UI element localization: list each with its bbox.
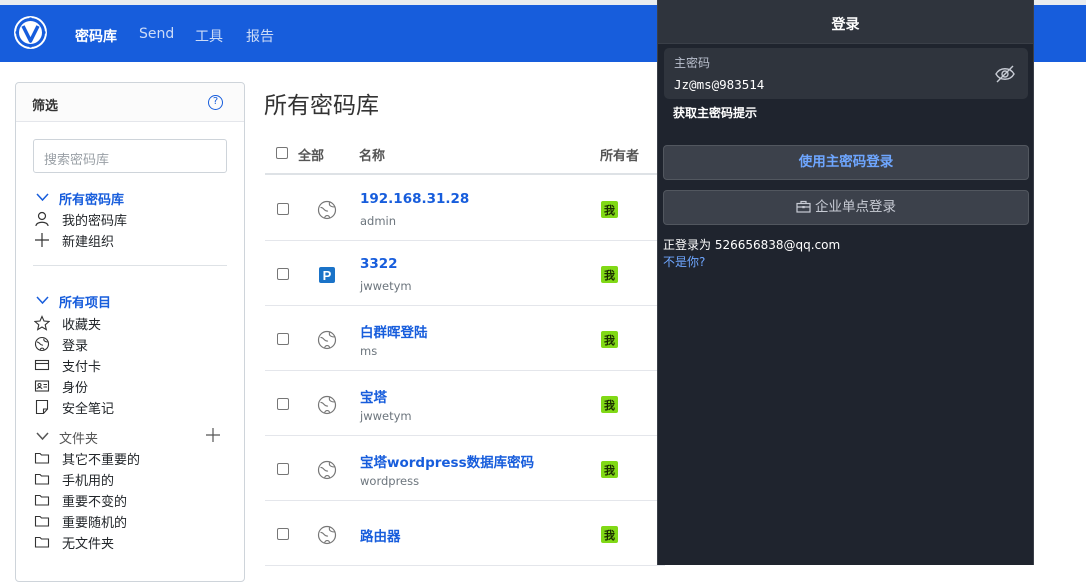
folder-icon <box>34 494 50 506</box>
item-name-link[interactable]: 白群晖登陆 <box>360 321 428 341</box>
item-username: jwwetym <box>360 409 412 423</box>
sso-button-label: 企业单点登录 <box>815 199 896 215</box>
nav-send[interactable]: Send <box>139 26 174 42</box>
extension-login-popup: 登录 主密码 Jz@ms@983514 获取主密码提示 使用主密码登录 企业单点… <box>657 0 1034 565</box>
col-owner: 所有者 <box>600 149 640 164</box>
filter-title: 筛选 <box>32 99 59 114</box>
select-all-checkbox[interactable] <box>276 147 288 159</box>
row-checkbox[interactable] <box>277 203 289 215</box>
enterprise-sso-button[interactable]: 企业单点登录 <box>663 190 1029 225</box>
item-name-link[interactable]: 路由器 <box>360 525 401 545</box>
site-favicon-p: P <box>319 267 335 283</box>
item-name-link[interactable]: 192.168.31.28 <box>360 191 469 207</box>
filter-divider <box>33 265 227 266</box>
folder-icon <box>34 473 50 485</box>
folder-icon <box>34 452 50 464</box>
col-all[interactable]: 全部 <box>298 145 324 164</box>
owner-badge: 我 <box>601 526 618 543</box>
row-checkbox[interactable] <box>277 333 289 345</box>
folder-icon <box>34 536 50 548</box>
folder-icon <box>34 515 50 527</box>
globe-icon <box>34 336 50 352</box>
globe-icon <box>317 395 337 415</box>
svg-text:P: P <box>323 268 332 283</box>
chevron-down-icon <box>36 193 49 202</box>
nav-tools[interactable]: 工具 <box>195 26 223 46</box>
briefcase-icon <box>796 200 811 213</box>
table-header: 全部 名称 所有者 <box>265 134 665 175</box>
item-username: wordpress <box>360 474 420 488</box>
globe-icon <box>317 200 337 220</box>
owner-badge: 我 <box>601 461 618 478</box>
table-row[interactable]: 宝塔wordpress数据库密码 wordpress 我 <box>265 436 665 501</box>
item-name-link[interactable]: 宝塔wordpress数据库密码 <box>360 451 534 471</box>
item-name-link[interactable]: 3322 <box>360 256 398 272</box>
globe-icon <box>317 460 337 480</box>
eye-slash-icon[interactable] <box>994 64 1016 84</box>
master-password-field[interactable]: 主密码 Jz@ms@983514 <box>664 48 1028 99</box>
row-checkbox[interactable] <box>277 398 289 410</box>
chevron-down-icon <box>36 432 49 441</box>
search-input[interactable]: 搜索密码库 <box>33 139 227 173</box>
master-password-input[interactable]: Jz@ms@983514 <box>674 77 764 92</box>
row-checkbox[interactable] <box>277 268 289 280</box>
chevron-down-icon <box>36 296 49 305</box>
help-icon[interactable]: ? <box>208 95 223 110</box>
vaultwarden-logo[interactable] <box>14 16 47 49</box>
item-username: admin <box>360 214 397 228</box>
table-row[interactable]: 白群晖登陆 ms 我 <box>265 306 665 371</box>
note-icon <box>35 399 49 415</box>
row-checkbox[interactable] <box>277 528 289 540</box>
nav-vault[interactable]: 密码库 <box>75 26 117 46</box>
password-hint-link[interactable]: 获取主密码提示 <box>673 104 757 121</box>
add-folder-icon[interactable] <box>205 427 221 443</box>
logged-in-as-text: 正登录为 526656838@qq.com <box>663 238 841 252</box>
credit-card-icon <box>34 359 50 371</box>
globe-icon <box>317 330 337 350</box>
globe-icon <box>317 525 337 545</box>
table-row[interactable]: 192.168.31.28 admin 我 <box>265 176 665 241</box>
item-username: jwwetym <box>360 279 412 293</box>
star-icon <box>34 315 50 331</box>
popup-header: 登录 <box>658 0 1033 44</box>
plus-icon <box>35 233 49 247</box>
col-name: 名称 <box>359 149 386 164</box>
item-username: ms <box>360 344 378 358</box>
login-master-password-button[interactable]: 使用主密码登录 <box>663 145 1029 180</box>
page-title: 所有密码库 <box>264 93 379 119</box>
id-card-icon <box>34 380 50 392</box>
table-row[interactable]: 路由器 我 <box>265 501 665 566</box>
owner-badge: 我 <box>601 201 618 218</box>
row-checkbox[interactable] <box>277 463 289 475</box>
master-password-label: 主密码 <box>674 56 711 70</box>
filter-sidebar: 筛选 ? 搜索密码库 所有密码库 我的密码库 新建组织 所有项目 收藏夹 登录 … <box>15 82 245 582</box>
table-row[interactable]: 宝塔 jwwetym 我 <box>265 371 665 436</box>
user-icon <box>35 211 49 227</box>
owner-badge: 我 <box>601 396 618 413</box>
item-name-link[interactable]: 宝塔 <box>360 386 387 406</box>
not-you-link[interactable]: 不是你? <box>663 253 705 270</box>
owner-badge: 我 <box>601 266 618 283</box>
nav-reports[interactable]: 报告 <box>246 26 274 46</box>
popup-title: 登录 <box>831 17 860 33</box>
table-row[interactable]: P 3322 jwwetym 我 <box>265 241 665 306</box>
owner-badge: 我 <box>601 331 618 348</box>
